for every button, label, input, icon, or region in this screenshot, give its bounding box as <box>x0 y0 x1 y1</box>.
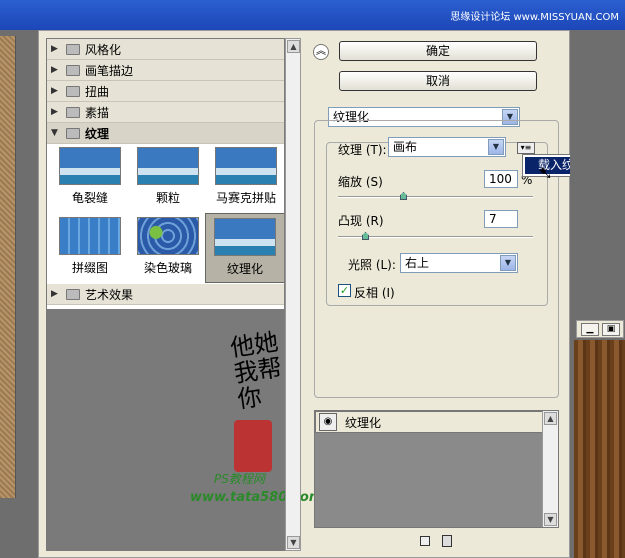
category-texture[interactable]: ▼ 纹理 <box>47 123 284 144</box>
window-controls: ▁ ▣ <box>576 320 624 338</box>
eye-icon[interactable]: ◉ <box>319 413 337 431</box>
thumbnail-image <box>214 218 276 256</box>
light-select[interactable]: 右上 ▼ <box>400 253 518 273</box>
filter-thumb-texturizer[interactable]: 纹理化 <box>205 213 284 283</box>
expand-arrow-icon: ▶ <box>51 107 58 117</box>
mouse-cursor-icon: ➷ <box>538 163 554 184</box>
filter-thumb-mosaic-tiles[interactable]: 马赛克拼贴 <box>207 145 284 211</box>
restore-icon[interactable]: ▣ <box>602 323 620 336</box>
scroll-down-icon[interactable]: ▼ <box>544 513 557 526</box>
collapse-arrow-icon: ▼ <box>51 128 58 138</box>
texture-menu-icon[interactable]: ▾≡ <box>517 142 535 154</box>
layer-scrollbar[interactable]: ▲ ▼ <box>542 411 558 527</box>
scale-label: 缩放 (S) <box>338 175 383 189</box>
folder-icon <box>66 64 80 76</box>
watermark-text: 思缘设计论坛 www.MISSYUAN.COM <box>450 12 619 23</box>
filter-thumb-craquelure[interactable]: 龟裂缝 <box>51 145 129 211</box>
category-stylize[interactable]: ▶ 风格化 <box>47 39 284 60</box>
effect-layer-row[interactable]: ◉ 纹理化 <box>315 411 543 433</box>
filter-thumb-stained-glass[interactable]: 染色玻璃 <box>129 215 207 281</box>
filter-thumb-grain[interactable]: 颗粒 <box>129 145 207 211</box>
folder-icon <box>66 43 80 55</box>
expand-arrow-icon: ▶ <box>51 289 58 299</box>
thumbnail-image <box>137 217 199 255</box>
category-sketch[interactable]: ▶ 素描 <box>47 102 284 123</box>
scroll-up-icon[interactable]: ▲ <box>287 40 300 53</box>
chevron-down-icon: ▼ <box>500 255 516 271</box>
folder-icon <box>66 85 80 97</box>
category-artistic[interactable]: ▶ 艺术效果 <box>47 284 284 305</box>
filter-list-scrollbar[interactable]: ▲ ▼ <box>285 38 301 551</box>
expand-arrow-icon: ▶ <box>51 65 58 75</box>
site-url-watermark: www.tata580.com <box>190 490 323 505</box>
red-seal-stamp <box>234 420 272 472</box>
wood-texture-image <box>574 340 625 558</box>
invert-checkbox[interactable]: ✓ <box>338 284 351 297</box>
texture-select[interactable]: 画布 ▼ <box>388 137 506 157</box>
canvas-texture-preview <box>0 36 16 498</box>
minimize-icon[interactable]: ▁ <box>581 323 599 336</box>
site-title-watermark: PS教程网 <box>214 472 265 486</box>
effect-layers-panel: ◉ 纹理化 ▲ ▼ <box>314 410 559 528</box>
scale-slider-track[interactable] <box>338 196 533 198</box>
folder-icon <box>66 288 80 300</box>
ok-button[interactable]: 确定 <box>339 41 537 61</box>
double-chevron-up-icon[interactable]: ︽ <box>313 44 329 60</box>
window-title-bar: 思缘设计论坛 www.MISSYUAN.COM <box>0 0 625 30</box>
folder-icon <box>66 106 80 118</box>
trash-icon[interactable] <box>442 535 452 547</box>
thumbnail-image <box>137 147 199 185</box>
folder-open-icon <box>66 127 80 139</box>
relief-label: 凸现 (R) <box>338 214 384 228</box>
invert-label: 反相 (I) <box>354 286 395 300</box>
expand-arrow-icon: ▶ <box>51 44 58 54</box>
scroll-down-icon[interactable]: ▼ <box>287 536 300 549</box>
relief-input[interactable]: 7 <box>484 210 518 228</box>
thumbnail-image <box>59 217 121 255</box>
expand-arrow-icon: ▶ <box>51 86 58 96</box>
light-label: 光照 (L): <box>348 258 396 272</box>
scroll-up-icon[interactable]: ▲ <box>544 412 557 425</box>
category-brush-strokes[interactable]: ▶ 画笔描边 <box>47 60 284 81</box>
new-layer-icon[interactable] <box>420 536 430 546</box>
texture-label: 纹理 (T): <box>338 143 387 157</box>
effect-layer-label: 纹理化 <box>345 415 382 430</box>
thumbnail-image <box>215 147 277 185</box>
chevron-down-icon: ▼ <box>488 139 504 155</box>
cancel-button[interactable]: 取消 <box>339 71 537 91</box>
category-distort[interactable]: ▶ 扭曲 <box>47 81 284 102</box>
filter-thumb-patchwork[interactable]: 拼缀图 <box>51 215 129 281</box>
thumbnail-image <box>59 147 121 185</box>
scale-input[interactable]: 100 <box>484 170 518 188</box>
